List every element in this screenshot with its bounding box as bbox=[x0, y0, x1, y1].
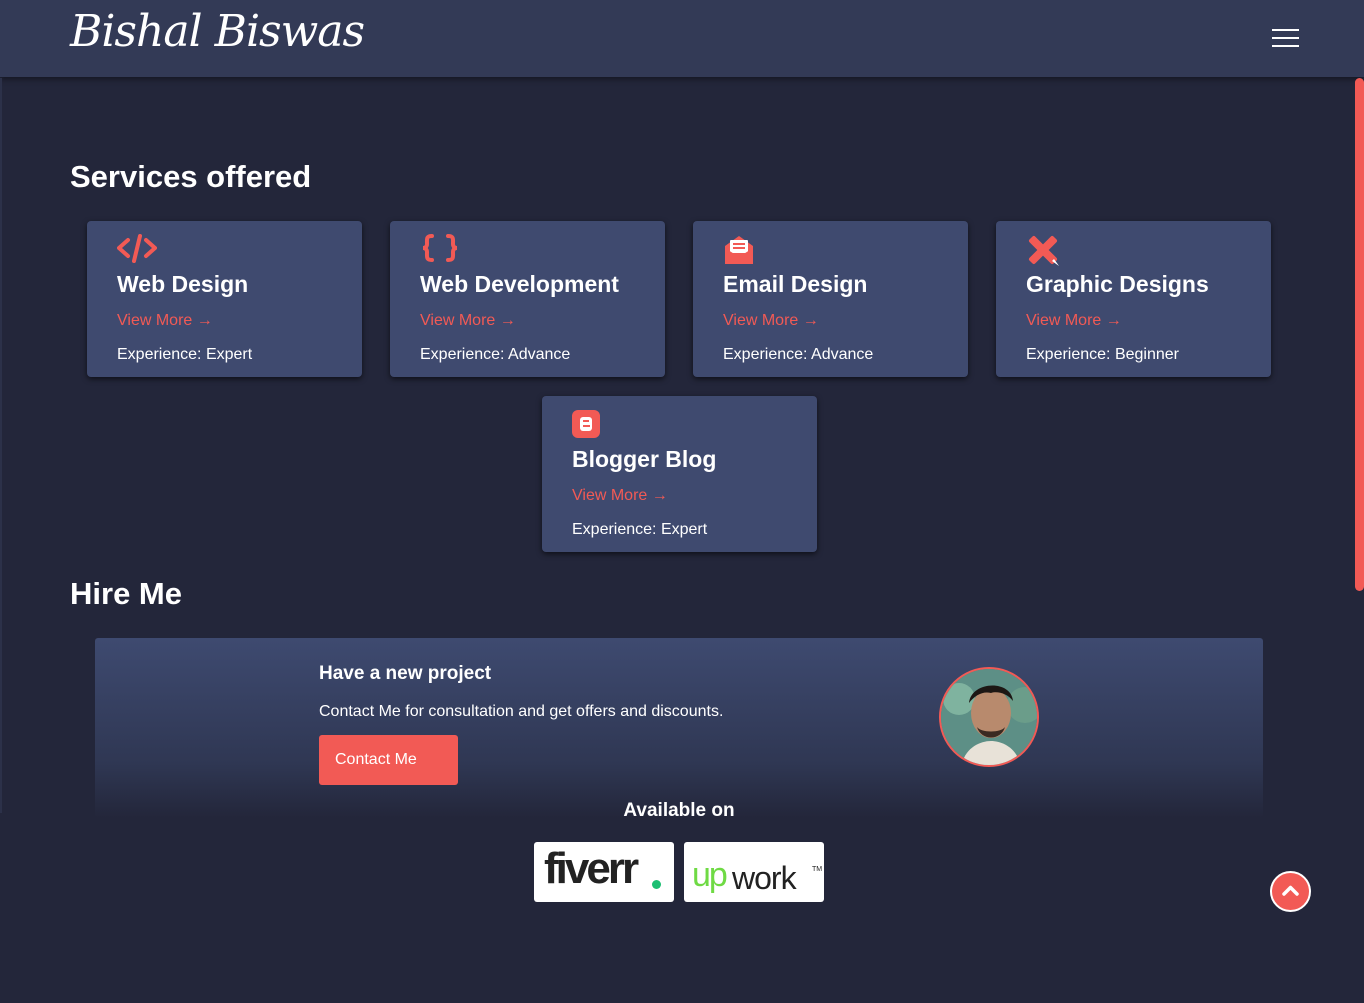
hamburger-bar bbox=[1272, 45, 1299, 47]
experience-label: Experience: Expert bbox=[117, 346, 253, 363]
available-on-label: Available on bbox=[623, 800, 735, 821]
view-more-link[interactable]: View More → bbox=[572, 487, 668, 505]
curly-braces-icon bbox=[422, 234, 458, 262]
view-more-label: View More bbox=[420, 312, 496, 329]
experience-label: Experience: Beginner bbox=[1026, 346, 1179, 363]
service-card-web-development: Web Development View More → Experience: … bbox=[390, 221, 665, 377]
service-title: Email Design bbox=[723, 271, 868, 297]
view-more-label: View More bbox=[723, 312, 799, 329]
view-more-link[interactable]: View More → bbox=[420, 312, 516, 330]
service-title: Web Design bbox=[117, 271, 249, 297]
scrollbar-thumb[interactable] bbox=[1355, 78, 1364, 591]
chevron-up-icon bbox=[1282, 885, 1299, 896]
envelope-open-text-icon bbox=[725, 236, 753, 264]
service-card-email-design: Email Design View More → Experience: Adv… bbox=[693, 221, 968, 377]
upwork-badge[interactable]: up work TM bbox=[684, 842, 824, 902]
contact-me-button[interactable]: Contact Me bbox=[319, 735, 458, 785]
upwork-logo-up: up bbox=[692, 856, 728, 894]
hamburger-bar bbox=[1272, 29, 1299, 31]
service-card-graphic-designs: Graphic Designs View More → Experience: … bbox=[996, 221, 1271, 377]
service-card-web-design: Web Design View More → Experience: Exper… bbox=[87, 221, 362, 377]
experience-label: Experience: Advance bbox=[420, 346, 571, 363]
back-to-top-button[interactable] bbox=[1270, 871, 1311, 912]
code-icon bbox=[117, 234, 157, 263]
service-title: Web Development bbox=[420, 271, 619, 297]
upwork-logo-work: work bbox=[732, 860, 797, 896]
fiverr-logo-dot bbox=[652, 880, 661, 889]
fiverr-logo: fiverr bbox=[544, 844, 639, 893]
view-more-link[interactable]: View More → bbox=[1026, 312, 1122, 330]
view-more-label: View More bbox=[572, 487, 648, 504]
hamburger-menu-icon[interactable] bbox=[1272, 29, 1299, 47]
hamburger-bar bbox=[1272, 37, 1299, 39]
profile-photo bbox=[941, 669, 1037, 765]
hire-me-panel bbox=[95, 638, 1263, 818]
experience-label: Experience: Advance bbox=[723, 346, 874, 363]
hire-title: Have a new project bbox=[319, 663, 492, 684]
arrow-right-icon: → bbox=[1105, 312, 1122, 329]
view-more-link[interactable]: View More → bbox=[723, 312, 819, 330]
hire-description: Contact Me for consultation and get offe… bbox=[319, 703, 724, 720]
upwork-logo-trademark: TM bbox=[812, 866, 823, 873]
arrow-right-icon: → bbox=[196, 312, 213, 329]
left-edge-divider bbox=[0, 78, 2, 813]
pencil-ruler-icon bbox=[1028, 235, 1059, 266]
view-more-label: View More bbox=[1026, 312, 1102, 329]
view-more-link[interactable]: View More → bbox=[117, 312, 213, 330]
service-title: Blogger Blog bbox=[572, 446, 717, 472]
services-heading: Services offered bbox=[70, 159, 312, 194]
brand-logo[interactable]: Bishal Biswas bbox=[70, 6, 365, 57]
hire-me-heading: Hire Me bbox=[70, 576, 182, 611]
arrow-right-icon: → bbox=[651, 487, 668, 504]
experience-label: Experience: Expert bbox=[572, 521, 708, 538]
navbar: Bishal Biswas bbox=[0, 0, 1364, 77]
service-title: Graphic Designs bbox=[1026, 271, 1209, 297]
view-more-label: View More bbox=[117, 312, 193, 329]
fiverr-badge[interactable]: fiverr bbox=[534, 842, 674, 902]
arrow-right-icon: → bbox=[499, 312, 516, 329]
blogger-icon bbox=[572, 410, 600, 438]
service-card-blogger-blog: Blogger Blog View More → Experience: Exp… bbox=[542, 396, 817, 552]
arrow-right-icon: → bbox=[802, 312, 819, 329]
profile-avatar bbox=[939, 667, 1039, 767]
